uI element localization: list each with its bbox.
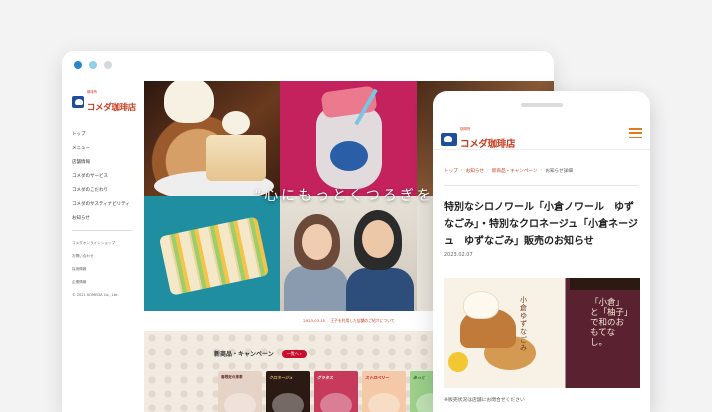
hamburger-menu-icon[interactable] [629,128,642,138]
divider [444,185,639,186]
window-dot-blue [74,61,82,69]
article-note: ※販売状況は店舗にお問合せください [444,398,525,403]
article-date: 2023.02.07 [444,252,473,258]
nav-item-services[interactable]: コメダのサービス [72,170,136,184]
news-more-button[interactable]: 一覧へ › [281,349,307,358]
desktop-nav: トップ メニュー 店舗情報 コメダのサービス コメダのこだわり コメダのサスティ… [72,128,136,226]
hero-tile-couple [280,196,417,311]
news-card[interactable]: クロネージュ [266,371,310,412]
nav-item-sustainability[interactable]: コメダのサスティナビリティ [72,198,136,212]
nav-divider [72,229,132,231]
news-card[interactable]: ストロベリー [362,371,406,412]
news-card[interactable]: 春限定の抹茶 [218,371,262,412]
nav-item-commitment[interactable]: コメダのこだわり [72,184,136,198]
news-card[interactable]: グラタス [314,371,358,412]
subnav-item-recruit[interactable]: 採用情報 [72,263,136,276]
nav-item-news[interactable]: お知らせ [72,212,136,226]
banner-vertical-text: 小倉ゆずなごみ [520,296,527,352]
breadcrumb-campaign[interactable]: 新商品・キャンペーン [492,168,538,174]
logo-text: コメダ珈琲店 [86,102,137,113]
window-controls [74,61,112,69]
chevron-right-icon: › [540,168,543,173]
news-title: 新商品・キャンペーン [214,351,274,358]
nav-item-menu[interactable]: メニュー [72,142,136,156]
hero-tile-cream-soda [280,81,417,196]
logo-sub: 珈琲所 [460,127,471,131]
chevron-right-icon: › [460,168,463,173]
nav-item-top[interactable]: トップ [72,128,136,142]
komeda-logo-icon [441,132,457,146]
copyright: © 2021 KOMEDA Co., Ltd. [72,292,119,297]
chevron-right-icon: › [486,168,489,173]
news-header: 新商品・キャンペーン 一覧へ › [214,349,307,358]
article-banner-image: 小倉ゆずなごみ 「小倉」と「柚子」で和のおもてなし。 [444,278,640,388]
hero-tile-shiro-noir [144,81,280,196]
subnav-item-company[interactable]: 企業情報 [72,276,136,289]
subnav-item-shop[interactable]: コメダオンラインショップ [72,237,136,250]
mobile-header: 珈琲所 コメダ珈琲店 [433,117,650,150]
notice-text[interactable]: 王子を利用した店舗のご紹介について [330,318,394,323]
notice-date: 2023.03.15 [303,318,326,323]
breadcrumb: トップ › お知らせ › 新商品・キャンペーン › お知らせ詳細 [444,168,573,174]
desktop-sidebar: 珈琲所 コメダ珈琲店 トップ メニュー 店舗情報 コメダのサービス コメダのこだ… [62,81,144,412]
hero-tile-sandwich [144,196,280,311]
window-dot-gray [104,61,112,69]
article-title: 特別なシロノワール「小倉ノワール ゆずなごみ」・特別なクロネージュ「小倉ネージュ… [444,202,638,247]
phone-speaker [521,103,563,107]
banner-noren-text: 「小倉」と「柚子」で和のおもてなし。 [590,298,629,348]
hero-tagline: “心にもっとくつろぎを [254,188,434,204]
breadcrumb-news[interactable]: お知らせ [466,168,484,174]
logo-text: コメダ珈琲店 [460,138,516,150]
desktop-subnav: コメダオンラインショップ お問い合わせ 採用情報 企業情報 © 2021 KOM… [72,237,136,302]
mobile-logo[interactable]: 珈琲所 コメダ珈琲店 [441,127,516,151]
logo-sub: 珈琲所 [86,90,98,94]
breadcrumb-current: お知らせ詳細 [545,169,573,174]
komeda-logo-icon [72,96,84,109]
mobile-mockup: 珈琲所 コメダ珈琲店 トップ › お知らせ › 新商品・キャンペーン › お知ら… [433,91,650,412]
window-dot-lightblue [89,61,97,69]
breadcrumb-top[interactable]: トップ [444,168,458,174]
nav-item-stores[interactable]: 店舗情報 [72,156,136,170]
subnav-item-contact[interactable]: お問い合わせ [72,250,136,263]
news-cards: 春限定の抹茶 クロネージュ グラタス ストロベリー あっと [218,371,454,412]
desktop-logo[interactable]: 珈琲所 コメダ珈琲店 [72,90,137,114]
